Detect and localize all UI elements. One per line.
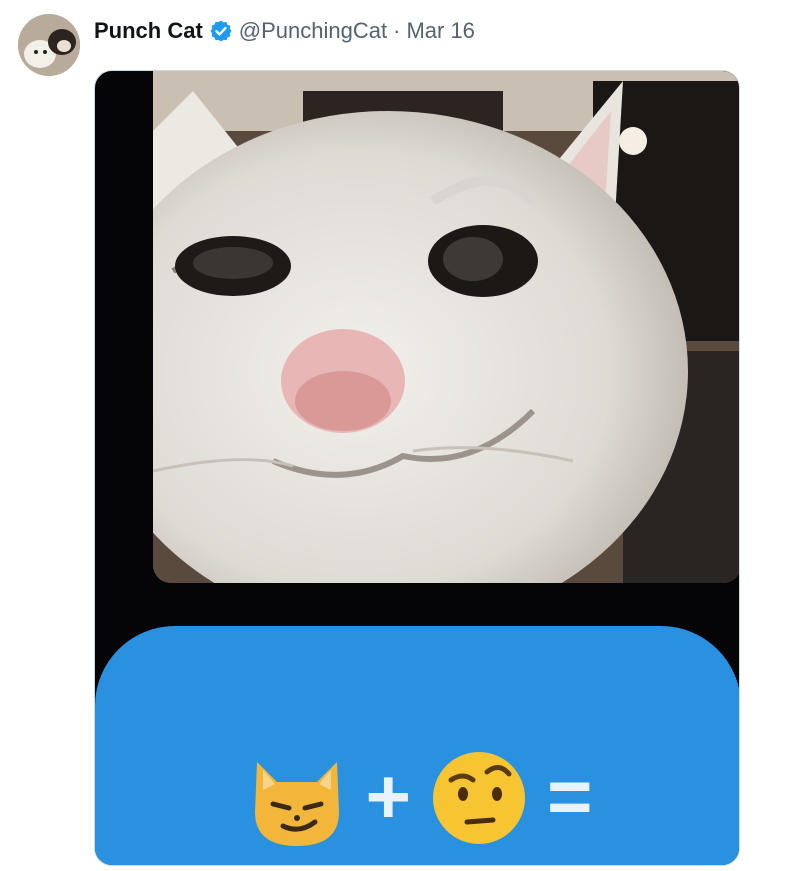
tweet-date[interactable]: Mar 16	[406, 18, 474, 44]
avatar-cat-image	[18, 14, 80, 76]
plus-sign: +	[365, 752, 411, 840]
verified-badge-icon	[210, 20, 232, 42]
author-name[interactable]: Punch Cat	[94, 18, 203, 44]
cat-photo	[153, 71, 739, 583]
tweet-media[interactable]: + =	[94, 70, 740, 866]
author-avatar[interactable]	[18, 14, 80, 76]
equals-sign: =	[547, 752, 593, 840]
raised-eyebrow-face-icon	[433, 752, 525, 844]
emoji-equation: + =	[95, 736, 739, 856]
tweet-header: Punch Cat @PunchingCat · Mar 16	[94, 14, 475, 48]
smirking-cat-icon	[255, 762, 340, 846]
header-separator: ·	[393, 18, 401, 43]
white-cat-image	[153, 71, 739, 583]
author-handle[interactable]: @PunchingCat	[239, 18, 387, 44]
